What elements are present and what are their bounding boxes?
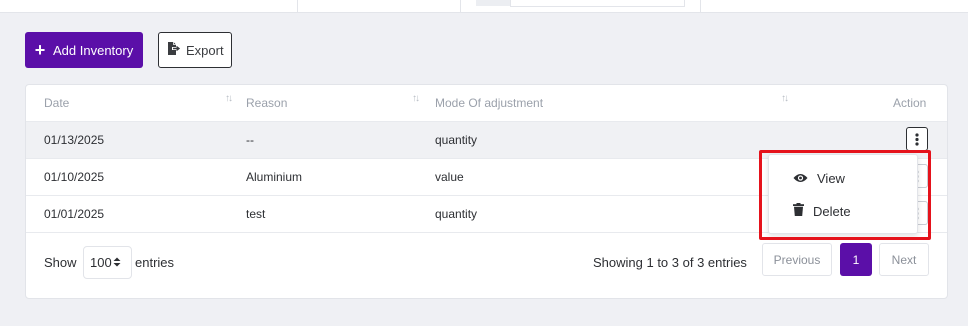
view-menu-item[interactable]: View [769,163,919,193]
column-header-action: Action [893,96,927,110]
delete-menu-item[interactable]: Delete [769,196,919,226]
entries-label: entries [135,255,175,270]
date-cell: 01/01/2025 [44,207,105,221]
top-strip-divider [297,0,298,13]
select-arrows-icon [113,255,121,270]
date-cell: 01/10/2025 [44,170,105,184]
top-strip-divider [700,0,701,13]
page-1-button[interactable]: 1 [840,243,872,276]
previous-page-button[interactable]: Previous [762,243,832,276]
mode-cell: quantity [435,207,478,221]
mode-cell: value [435,170,464,184]
table-footer: Show 100 entries Showing 1 to 3 of 3 ent… [26,232,947,298]
plus-icon: + [34,40,46,60]
sort-icon[interactable]: ↑↓ [781,93,789,104]
add-inventory-label: Add Inventory [53,42,134,58]
eye-icon [793,171,808,186]
column-header-mode[interactable]: Mode Of adjustment [435,85,543,121]
reason-cell: -- [246,133,254,147]
sort-icon[interactable]: ↑↓ [412,93,420,104]
column-header-date[interactable]: Date [44,85,69,121]
trash-icon [793,203,804,219]
page-size-value: 100 [90,255,112,270]
top-strip-input[interactable] [510,0,685,7]
column-header-reason[interactable]: Reason [246,85,287,121]
top-strip [0,0,968,13]
date-cell: 01/13/2025 [44,133,105,147]
export-label: Export [186,42,224,58]
delete-label: Delete [813,203,851,219]
add-inventory-button[interactable]: + Add Inventory [25,32,143,68]
mode-cell: quantity [435,133,478,147]
reason-cell: test [246,207,266,221]
action-dropdown-menu: View Delete [768,154,918,234]
row-action-button[interactable] [906,127,928,151]
export-icon [167,41,181,59]
table-row: 01/13/2025 -- quantity [26,121,947,158]
sort-icon[interactable]: ↑↓ [225,93,233,104]
page-size-select[interactable]: 100 [83,246,132,279]
view-label: View [817,170,845,186]
next-page-button[interactable]: Next [879,243,929,276]
kebab-icon [915,132,919,146]
top-strip-divider [460,0,461,13]
show-label: Show [44,255,77,270]
reason-cell: Aluminium [246,170,303,184]
pagination-info: Showing 1 to 3 of 3 entries [593,255,747,270]
top-strip-pill [476,0,510,6]
export-button[interactable]: Export [158,32,232,68]
